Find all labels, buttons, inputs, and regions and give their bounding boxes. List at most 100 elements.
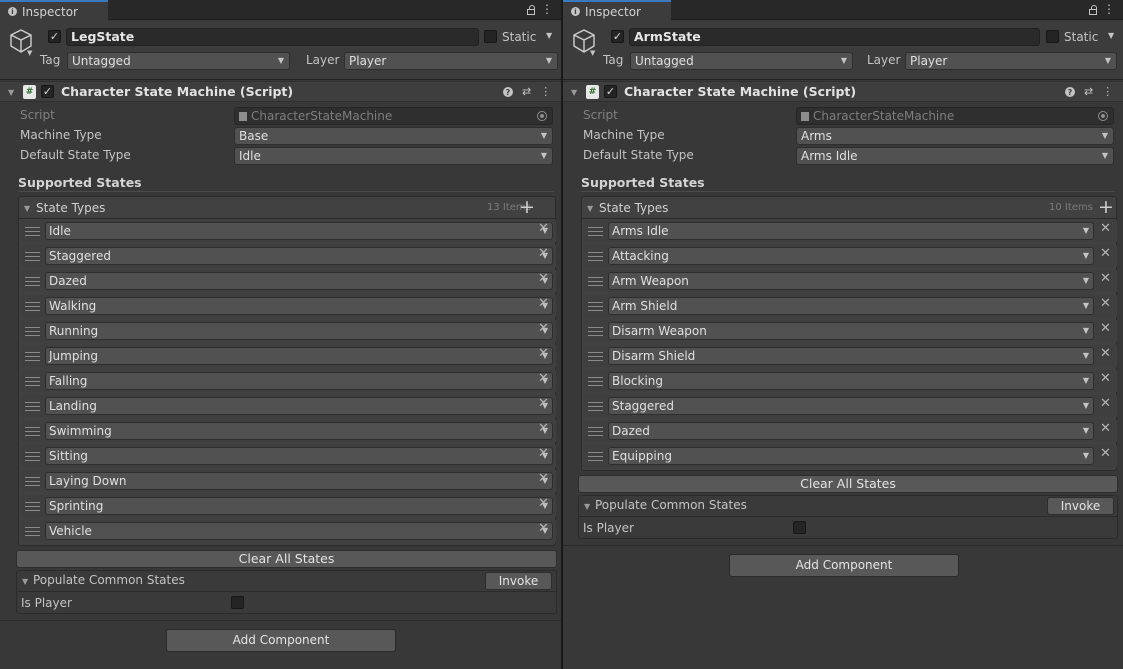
remove-icon[interactable]: ✕: [1100, 396, 1111, 411]
state-dropdown[interactable]: Sprinting ▼: [45, 497, 553, 515]
grip-icon[interactable]: [588, 377, 603, 386]
remove-icon[interactable]: ✕: [1100, 371, 1111, 386]
invoke-button[interactable]: Invoke: [1047, 497, 1114, 515]
state-dropdown[interactable]: Staggered ▼: [608, 397, 1094, 415]
grip-icon[interactable]: [25, 252, 40, 261]
foldout-arrow-icon[interactable]: ▼: [22, 577, 28, 586]
state-dropdown[interactable]: Disarm Shield ▼: [608, 347, 1094, 365]
state-dropdown[interactable]: Jumping ▼: [45, 347, 553, 365]
object-name-field[interactable]: ArmState: [629, 28, 1040, 46]
grip-icon[interactable]: [588, 227, 603, 236]
state-types-header[interactable]: ▼ State Types 10 Items +: [582, 197, 1116, 219]
machine-type-dropdown[interactable]: Base ▼: [234, 127, 553, 145]
static-dropdown-arrow[interactable]: ▼: [1108, 31, 1114, 40]
state-dropdown[interactable]: Idle ▼: [45, 222, 553, 240]
help-icon[interactable]: ?: [503, 87, 513, 97]
grip-icon[interactable]: [25, 527, 40, 536]
grip-icon[interactable]: [25, 302, 40, 311]
state-dropdown[interactable]: Dazed ▼: [608, 422, 1094, 440]
clear-all-states-button[interactable]: Clear All States: [16, 550, 557, 568]
remove-icon[interactable]: ✕: [1100, 321, 1111, 336]
state-dropdown[interactable]: Running ▼: [45, 322, 553, 340]
grip-icon[interactable]: [25, 377, 40, 386]
tag-dropdown[interactable]: Untagged ▼: [67, 52, 290, 70]
layer-dropdown[interactable]: Player ▼: [344, 52, 558, 70]
state-types-header[interactable]: ▼ State Types 13 Items +: [19, 197, 555, 219]
default-state-type-dropdown[interactable]: Arms Idle ▼: [796, 147, 1114, 165]
object-picker-icon[interactable]: [537, 111, 547, 121]
remove-icon[interactable]: ✕: [1100, 221, 1111, 236]
add-component-button[interactable]: Add Component: [166, 629, 396, 652]
grip-icon[interactable]: [588, 302, 603, 311]
remove-icon[interactable]: ✕: [1100, 421, 1111, 436]
plus-icon[interactable]: +: [519, 198, 535, 217]
static-checkbox[interactable]: [1046, 30, 1059, 43]
script-field[interactable]: CharacterStateMachine: [234, 107, 553, 125]
remove-icon[interactable]: ✕: [538, 271, 549, 286]
active-toggle[interactable]: ✓: [611, 30, 624, 43]
remove-icon[interactable]: ✕: [538, 246, 549, 261]
state-dropdown[interactable]: Arm Weapon ▼: [608, 272, 1094, 290]
component-enabled-checkbox[interactable]: ✓: [604, 85, 617, 98]
grip-icon[interactable]: [25, 327, 40, 336]
remove-icon[interactable]: ✕: [538, 421, 549, 436]
state-dropdown[interactable]: Equipping ▼: [608, 447, 1094, 465]
grip-icon[interactable]: [25, 352, 40, 361]
state-dropdown[interactable]: Attacking ▼: [608, 247, 1094, 265]
remove-icon[interactable]: ✕: [1100, 271, 1111, 286]
foldout-arrow-icon[interactable]: ▼: [584, 502, 590, 511]
grip-icon[interactable]: [588, 352, 603, 361]
remove-icon[interactable]: ✕: [538, 371, 549, 386]
remove-icon[interactable]: ✕: [538, 496, 549, 511]
object-picker-icon[interactable]: [1098, 111, 1108, 121]
foldout-arrow-icon[interactable]: ▼: [571, 88, 577, 97]
tag-dropdown[interactable]: Untagged ▼: [630, 52, 853, 70]
grip-icon[interactable]: [25, 427, 40, 436]
grip-icon[interactable]: [25, 502, 40, 511]
add-component-button[interactable]: Add Component: [729, 554, 959, 577]
machine-type-dropdown[interactable]: Arms ▼: [796, 127, 1114, 145]
grip-icon[interactable]: [25, 477, 40, 486]
is-player-checkbox[interactable]: [793, 521, 806, 534]
state-dropdown[interactable]: Laying Down ▼: [45, 472, 553, 490]
grip-icon[interactable]: [588, 252, 603, 261]
lock-icon[interactable]: [1089, 5, 1097, 15]
grip-icon[interactable]: [588, 277, 603, 286]
state-dropdown[interactable]: Walking ▼: [45, 297, 553, 315]
state-dropdown[interactable]: Dazed ▼: [45, 272, 553, 290]
clear-all-states-button[interactable]: Clear All States: [578, 475, 1118, 493]
chevron-down-icon[interactable]: ▼: [590, 49, 595, 57]
remove-icon[interactable]: ✕: [538, 346, 549, 361]
remove-icon[interactable]: ✕: [1100, 446, 1111, 461]
script-field[interactable]: CharacterStateMachine: [796, 107, 1114, 125]
sliders-icon[interactable]: ⇄: [522, 85, 531, 98]
remove-icon[interactable]: ✕: [1100, 296, 1111, 311]
grip-icon[interactable]: [588, 402, 603, 411]
remove-icon[interactable]: ✕: [538, 521, 549, 536]
static-dropdown-arrow[interactable]: ▼: [546, 31, 552, 40]
grip-icon[interactable]: [25, 227, 40, 236]
grip-icon[interactable]: [25, 402, 40, 411]
kebab-icon[interactable]: ⋮: [541, 3, 553, 15]
lock-icon[interactable]: [527, 5, 535, 15]
state-dropdown[interactable]: Swimming ▼: [45, 422, 553, 440]
invoke-button[interactable]: Invoke: [485, 572, 552, 590]
state-dropdown[interactable]: Staggered ▼: [45, 247, 553, 265]
remove-icon[interactable]: ✕: [1100, 346, 1111, 361]
component-header[interactable]: ▼ # ✓ Character State Machine (Script)? ⇄ ⋮: [563, 81, 1123, 102]
sliders-icon[interactable]: ⇄: [1084, 85, 1093, 98]
layer-dropdown[interactable]: Player ▼: [905, 52, 1117, 70]
foldout-arrow-icon[interactable]: ▼: [8, 88, 14, 97]
state-dropdown[interactable]: Sitting ▼: [45, 447, 553, 465]
is-player-checkbox[interactable]: [231, 596, 244, 609]
kebab-icon[interactable]: ⋮: [1103, 3, 1115, 15]
default-state-type-dropdown[interactable]: Idle ▼: [234, 147, 553, 165]
help-icon[interactable]: ?: [1065, 87, 1075, 97]
grip-icon[interactable]: [25, 452, 40, 461]
grip-icon[interactable]: [588, 327, 603, 336]
component-enabled-checkbox[interactable]: ✓: [41, 85, 54, 98]
static-checkbox[interactable]: [484, 30, 497, 43]
remove-icon[interactable]: ✕: [538, 321, 549, 336]
remove-icon[interactable]: ✕: [1100, 246, 1111, 261]
tab-inspector[interactable]: i Inspector: [563, 0, 671, 21]
